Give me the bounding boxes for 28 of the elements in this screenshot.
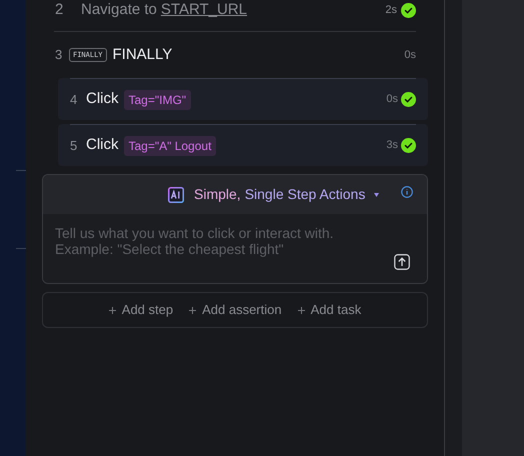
step-time: 3s bbox=[386, 138, 398, 154]
start-url-link[interactable]: START_URL bbox=[160, 0, 248, 22]
step-number: 5 bbox=[70, 136, 78, 155]
step-time: 0s bbox=[404, 48, 416, 63]
info-icon[interactable] bbox=[401, 186, 413, 198]
plus-icon bbox=[189, 306, 196, 314]
send-icon[interactable] bbox=[394, 254, 410, 270]
ai-icon bbox=[168, 186, 184, 202]
step-text: Navigate to bbox=[81, 0, 157, 20]
step-row[interactable]: 4 Click Tag="IMG" 0s bbox=[58, 78, 428, 120]
add-button[interactable]: Add task bbox=[298, 300, 362, 320]
step-number: 3 bbox=[55, 46, 64, 64]
step-action: Click bbox=[86, 89, 118, 110]
caret-icon bbox=[374, 192, 380, 196]
step-action: Click bbox=[86, 135, 118, 156]
add-button[interactable]: Add assertion bbox=[189, 300, 282, 320]
target-tag: Tag="IMG" bbox=[124, 90, 192, 110]
step-title: FINALLY bbox=[112, 44, 172, 65]
prompt-box[interactable]: Simple, Single Step Actions Tell us what you want to click or interact with. Example: "Select the cheapest flight" bbox=[42, 174, 428, 284]
step-row[interactable]: 5 Click Tag="A" Logout 3s bbox=[58, 124, 428, 166]
step-time: 0s bbox=[386, 92, 398, 108]
plus-icon bbox=[298, 306, 305, 314]
step-number: 4 bbox=[70, 90, 78, 109]
step-time: 2s bbox=[385, 2, 397, 18]
step-number: 2 bbox=[55, 0, 64, 20]
target-tag: Tag="A" Logout bbox=[124, 136, 216, 156]
add-button[interactable]: Add step bbox=[108, 300, 174, 320]
plus-icon bbox=[108, 306, 116, 314]
